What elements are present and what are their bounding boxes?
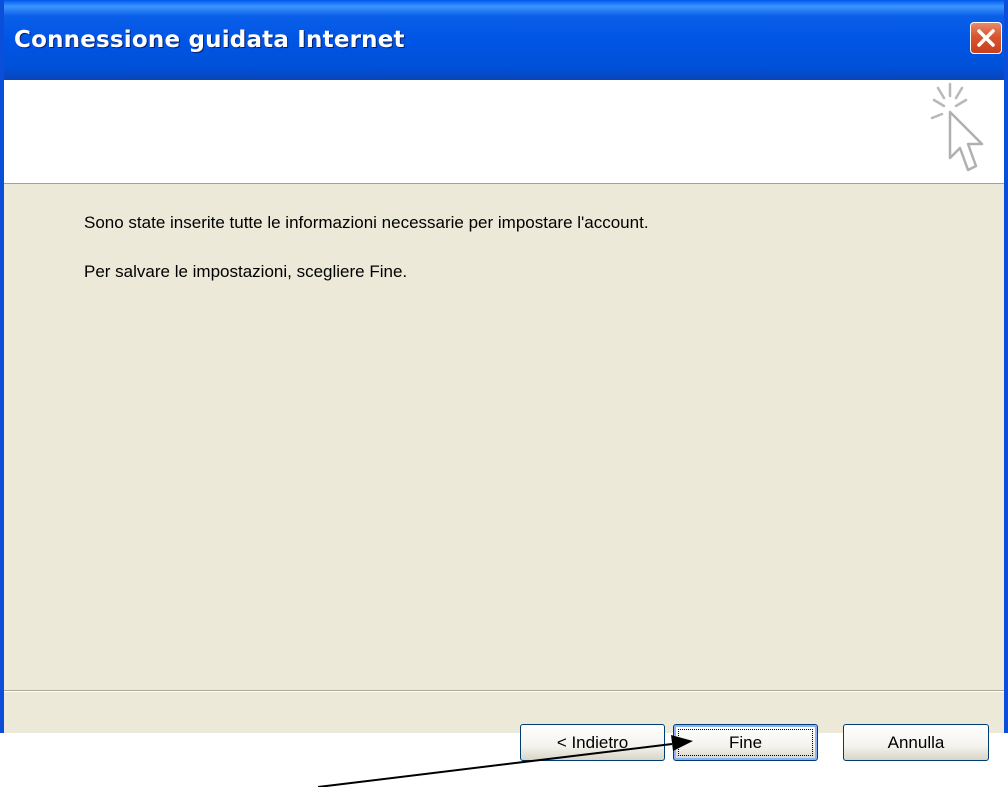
finish-button[interactable]: Fine <box>673 724 818 761</box>
close-button[interactable] <box>970 22 1002 54</box>
window-title: Connessione guidata Internet <box>14 27 405 53</box>
close-icon <box>977 29 995 47</box>
cancel-button-label: Annulla <box>887 732 945 752</box>
wizard-header <box>4 80 1004 184</box>
info-text: Sono state inserite tutte le informazion… <box>84 213 649 232</box>
cancel-button[interactable]: Annulla <box>843 724 989 761</box>
footer-divider <box>4 690 1004 692</box>
title-bar[interactable]: Connessione guidata Internet <box>4 0 1004 80</box>
back-button[interactable]: < Indietro <box>520 724 665 761</box>
finish-button-label: Fine <box>728 732 763 752</box>
back-button-label: < Indietro <box>556 732 629 752</box>
wizard-dialog: Connessione guidata Internet Sono state … <box>0 0 1008 733</box>
wizard-cursor-icon <box>930 82 984 172</box>
instruction-text: Per salvare le impostazioni, scegliere F… <box>84 262 408 281</box>
